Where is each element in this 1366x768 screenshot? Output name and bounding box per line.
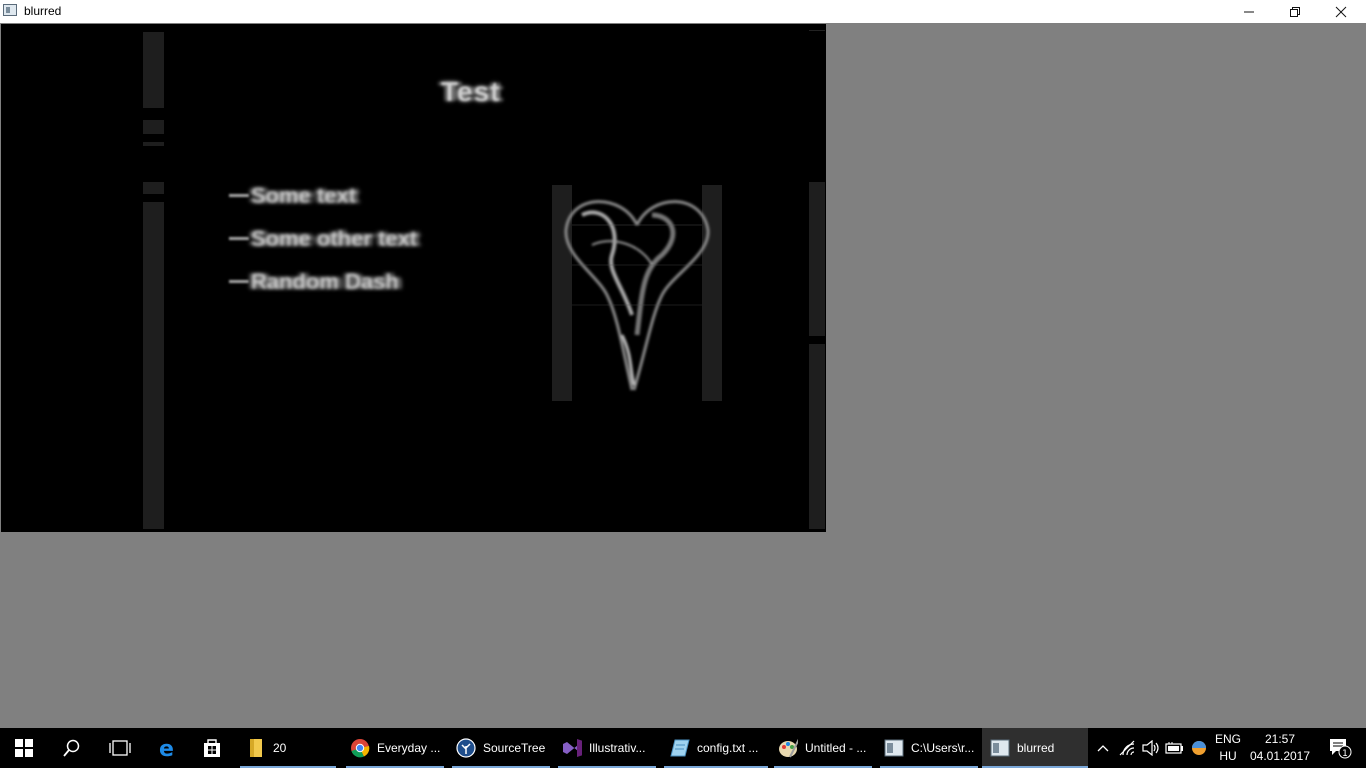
app-window-icon <box>3 4 17 16</box>
title-bar[interactable]: blurred <box>0 0 1366 23</box>
tray-app-icon <box>1192 741 1206 755</box>
battery-icon <box>1165 742 1183 754</box>
store-icon <box>204 739 220 757</box>
chrome-icon <box>350 738 370 758</box>
clock-date: 04.01.2017 <box>1249 749 1311 763</box>
notification-icon: 1 <box>1330 739 1352 759</box>
heart-image-panel <box>552 185 722 401</box>
taskbar: e 20 Everyday ... SourceTree Illustrativ… <box>0 728 1366 768</box>
taskbar-app-label: blurred <box>1017 741 1055 755</box>
taskbar-app-blurred[interactable]: blurred <box>982 728 1088 768</box>
store-button[interactable] <box>190 728 234 768</box>
menu-item-label: Random Dash <box>251 268 399 294</box>
pillar-gap <box>143 134 164 142</box>
search-button[interactable] <box>48 728 96 768</box>
menu-item-some-other-text[interactable]: Some other text <box>229 217 417 260</box>
paint-icon <box>778 738 798 758</box>
taskbar-app-label: Untitled - ... <box>805 741 867 755</box>
language-code: ENG <box>1214 732 1241 746</box>
close-button[interactable] <box>1318 0 1364 23</box>
taskbar-app-label: SourceTree <box>483 741 546 755</box>
windows-start-icon <box>15 739 33 757</box>
close-icon <box>1335 6 1347 17</box>
visual-studio-icon <box>562 738 582 758</box>
taskbar-app-explorer[interactable]: 20 <box>240 728 336 768</box>
menu-item-label: Some other text <box>251 225 418 251</box>
taskbar-app-label: 20 <box>273 741 287 755</box>
speaker-icon <box>1142 740 1159 756</box>
system-clock[interactable]: 21:57 04.01.2017 <box>1246 731 1314 765</box>
pillar-top <box>809 30 825 31</box>
dash-icon <box>229 237 249 240</box>
network-button[interactable] <box>1116 728 1140 768</box>
keyboard-layout: HU <box>1219 749 1237 763</box>
window-title: blurred <box>24 4 62 18</box>
chevron-up-icon <box>1097 745 1109 752</box>
restore-button[interactable] <box>1272 0 1318 23</box>
taskbar-app-label: Illustrativ... <box>589 741 646 755</box>
menu-item-some-text[interactable]: Some text <box>229 174 417 217</box>
taskbar-app-visual-studio[interactable]: Illustrativ... <box>558 728 656 768</box>
battery-button[interactable] <box>1163 728 1187 768</box>
tray-app-button[interactable] <box>1187 728 1211 768</box>
menu-item-label: Some text <box>251 182 357 208</box>
pillar-gap <box>809 336 825 344</box>
start-button[interactable] <box>0 728 48 768</box>
show-hidden-icons-button[interactable] <box>1092 728 1114 768</box>
heart-icon <box>552 185 722 401</box>
task-view-button[interactable] <box>96 728 144 768</box>
menu-item-random-dash[interactable]: Random Dash <box>229 260 417 303</box>
taskbar-app-paint[interactable]: Untitled - ... <box>774 728 872 768</box>
main-menu: Some text Some other text Random Dash <box>229 174 417 303</box>
notification-count: 1 <box>1342 749 1348 759</box>
clock-time: 21:57 <box>1264 732 1296 746</box>
taskbar-app-chrome[interactable]: Everyday ... <box>346 728 444 768</box>
edge-icon: e <box>159 737 174 759</box>
minimize-button[interactable] <box>1226 0 1272 23</box>
edge-button[interactable]: e <box>146 728 190 768</box>
game-canvas[interactable]: Test Some text Some other text Random Da… <box>1 24 826 532</box>
console-icon <box>884 738 904 758</box>
pillar-gap <box>143 146 164 182</box>
taskbar-app-label: config.txt ... <box>697 741 759 755</box>
taskbar-app-label: Everyday ... <box>377 741 441 755</box>
svg-text:e: e <box>159 737 174 759</box>
taskbar-app-console[interactable]: C:\Users\r... <box>880 728 978 768</box>
pillar-gap <box>143 108 164 120</box>
volume-button[interactable] <box>1140 728 1162 768</box>
wifi-icon <box>1119 740 1135 756</box>
taskbar-app-sourcetree[interactable]: SourceTree <box>452 728 550 768</box>
task-view-icon <box>109 740 131 756</box>
minimize-icon <box>1244 11 1254 12</box>
taskbar-app-label: C:\Users\r... <box>911 741 975 755</box>
notepad-icon <box>670 738 690 758</box>
dash-icon <box>229 280 249 283</box>
input-language-indicator[interactable]: ENG HU <box>1212 731 1244 765</box>
folder-icon <box>246 738 266 758</box>
left-pillar <box>143 32 164 529</box>
restore-icon <box>1290 6 1300 17</box>
taskbar-app-notepad[interactable]: config.txt ... <box>664 728 768 768</box>
app-window-icon <box>990 738 1010 758</box>
sourcetree-icon <box>456 738 476 758</box>
pillar-gap <box>143 194 164 202</box>
right-pillar <box>809 182 825 529</box>
dash-icon <box>229 194 249 197</box>
menu-heading: Test <box>441 76 501 107</box>
action-center-button[interactable]: 1 <box>1320 728 1360 768</box>
search-icon <box>63 739 80 757</box>
